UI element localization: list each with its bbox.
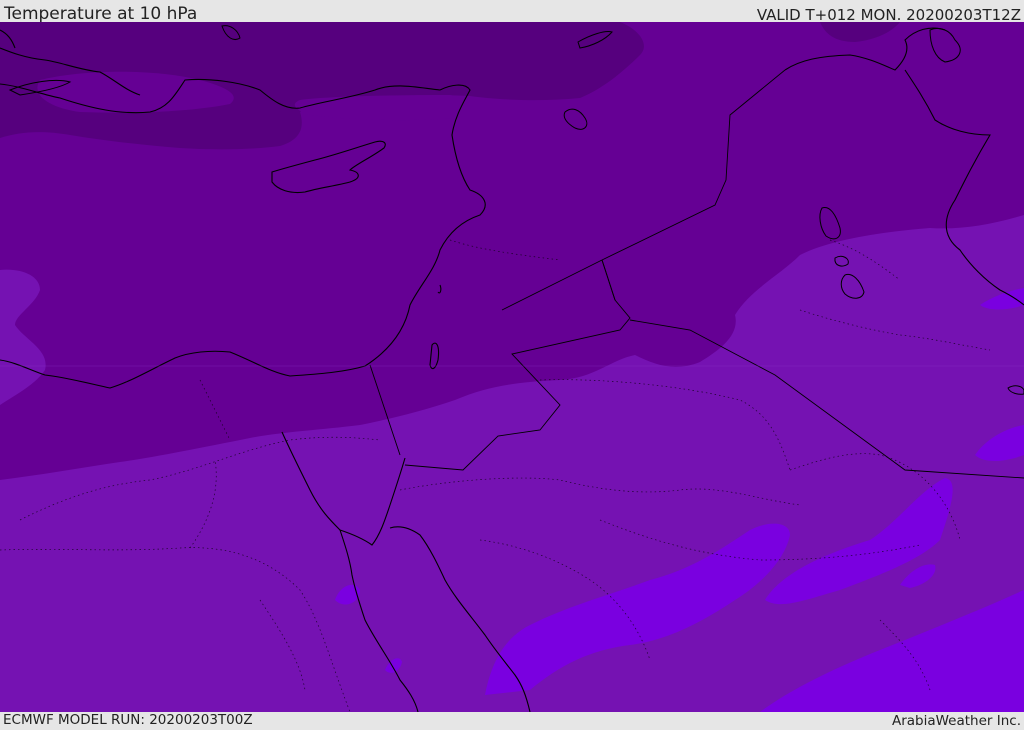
credit-label: ArabiaWeather Inc. bbox=[891, 713, 1021, 729]
temperature-map bbox=[0, 22, 1024, 712]
model-run-label: ECMWF MODEL RUN: 20200203T00Z bbox=[3, 712, 253, 728]
map-panel bbox=[0, 22, 1024, 712]
header-bar: Temperature at 10 hPa VALID T+012 MON. 2… bbox=[0, 0, 1024, 24]
map-title: Temperature at 10 hPa bbox=[4, 4, 198, 24]
footer-bar: ECMWF MODEL RUN: 20200203T00Z ArabiaWeat… bbox=[0, 712, 1024, 729]
weather-map-page: Temperature at 10 hPa VALID T+012 MON. 2… bbox=[0, 0, 1024, 729]
